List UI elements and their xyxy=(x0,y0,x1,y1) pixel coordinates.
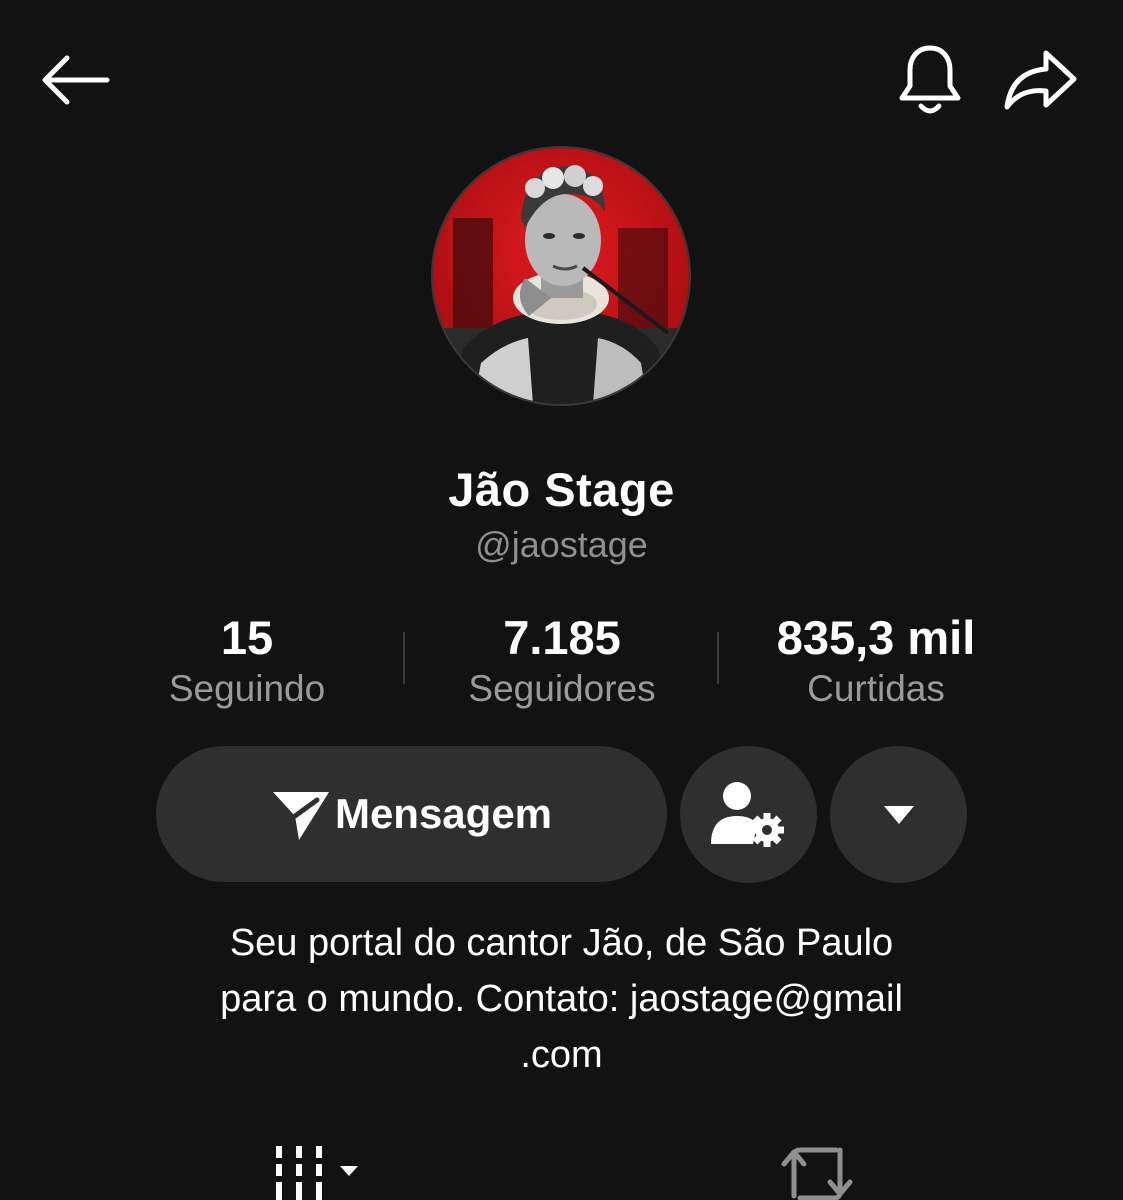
bio-line: Seu portal do cantor Jão, de São Paulo xyxy=(229,922,894,964)
stat-followers[interactable]: 7.185 Seguidores xyxy=(412,610,712,712)
profile-handle: @jaostage xyxy=(475,524,648,565)
bio-line: para o mundo. Contato: jaostage@gmail xyxy=(220,978,903,1020)
profile-photo xyxy=(433,148,689,404)
tab-videos[interactable] xyxy=(272,1130,367,1200)
notification-bell-button[interactable] xyxy=(890,40,970,120)
share-button[interactable] xyxy=(1000,40,1080,120)
message-button[interactable]: Mensagem xyxy=(156,746,667,882)
likes-label: Curtidas xyxy=(807,668,945,709)
share-icon xyxy=(1004,50,1077,110)
more-options-button[interactable] xyxy=(830,746,967,883)
stat-divider xyxy=(403,632,405,684)
tab-reposts[interactable] xyxy=(780,1130,854,1200)
stat-divider xyxy=(717,632,719,684)
followers-label: Seguidores xyxy=(468,668,656,709)
avatar[interactable] xyxy=(431,146,691,406)
repost-icon xyxy=(781,1147,853,1200)
back-button[interactable] xyxy=(35,40,115,120)
following-label: Seguindo xyxy=(168,668,326,709)
bio-line: .com xyxy=(520,1034,603,1076)
following-count: 15 xyxy=(220,611,274,664)
message-button-label: Mensagem xyxy=(334,790,553,837)
profile-bio: Seu portal do cantor Jão, de São Paulo p… xyxy=(130,915,993,1083)
likes-count: 835,3 mil xyxy=(776,611,976,664)
arrow-left-icon xyxy=(42,55,110,105)
caret-down-icon xyxy=(883,805,914,824)
user-settings-icon xyxy=(710,781,784,847)
followers-count: 7.185 xyxy=(503,611,621,664)
send-icon xyxy=(272,792,329,840)
bell-icon xyxy=(899,45,961,114)
stat-following[interactable]: 15 Seguindo xyxy=(97,610,397,712)
friend-settings-button[interactable] xyxy=(680,746,817,883)
stat-likes[interactable]: 835,3 mil Curtidas xyxy=(726,610,1026,712)
grid-icon xyxy=(276,1146,358,1200)
profile-name: Jão Stage xyxy=(448,463,675,516)
